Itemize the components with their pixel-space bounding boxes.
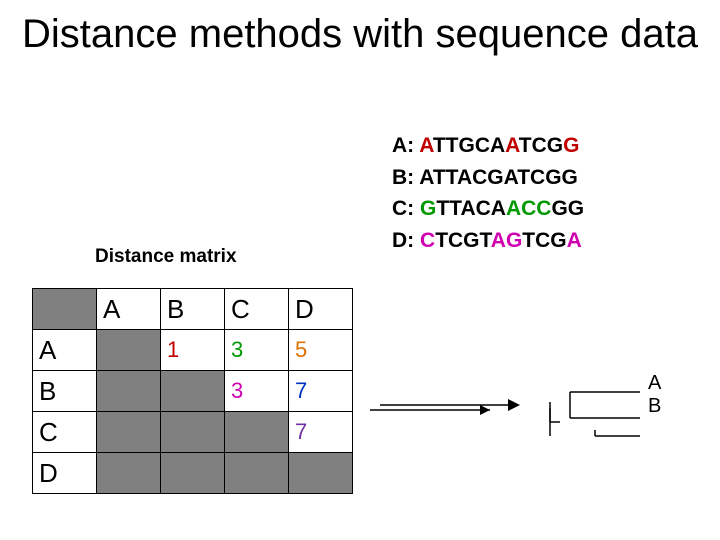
matrix-label: Distance matrix (95, 246, 237, 268)
sequence-d: D: CTCGTAGTCGA (392, 225, 584, 257)
matrix-mask (97, 371, 161, 412)
matrix-corner (33, 289, 97, 330)
row-header: B (33, 371, 97, 412)
row-header: C (33, 412, 97, 453)
matrix-mask (161, 371, 225, 412)
sequence-a: A: ATTGCAATCGG (392, 130, 584, 162)
matrix-mask (97, 453, 161, 494)
matrix-mask (97, 412, 161, 453)
distance-matrix: A B C D A 1 3 5 B 3 7 C 7 D (32, 288, 353, 494)
col-header: D (289, 289, 353, 330)
matrix-cell: 3 (225, 371, 289, 412)
row-header: D (33, 453, 97, 494)
col-header: C (225, 289, 289, 330)
slide-title: Distance methods with sequence data (0, 12, 720, 56)
tree-icon (560, 380, 650, 430)
col-header: B (161, 289, 225, 330)
matrix-mask (161, 453, 225, 494)
matrix-cell: 7 (289, 371, 353, 412)
matrix-cell: 7 (289, 412, 353, 453)
matrix-mask (161, 412, 225, 453)
row-header: A (33, 330, 97, 371)
sequence-b: B: ATTACGATCGG (392, 162, 584, 194)
matrix-cell: 5 (289, 330, 353, 371)
sequence-c: C: GTTACAACCGG (392, 193, 584, 225)
matrix-mask (97, 330, 161, 371)
col-header: A (97, 289, 161, 330)
matrix-mask (225, 453, 289, 494)
matrix-cell: 3 (225, 330, 289, 371)
tree-leaf-b: B (648, 395, 661, 418)
matrix-mask (289, 453, 353, 494)
matrix-mask (225, 412, 289, 453)
tree-leaf-labels: A B (648, 372, 661, 418)
matrix-cell: 1 (161, 330, 225, 371)
arrow-icon (380, 395, 530, 415)
tree-leaf-a: A (648, 372, 661, 395)
sequence-list: A: ATTGCAATCGG B: ATTACGATCGG C: GTTACAA… (392, 130, 584, 256)
